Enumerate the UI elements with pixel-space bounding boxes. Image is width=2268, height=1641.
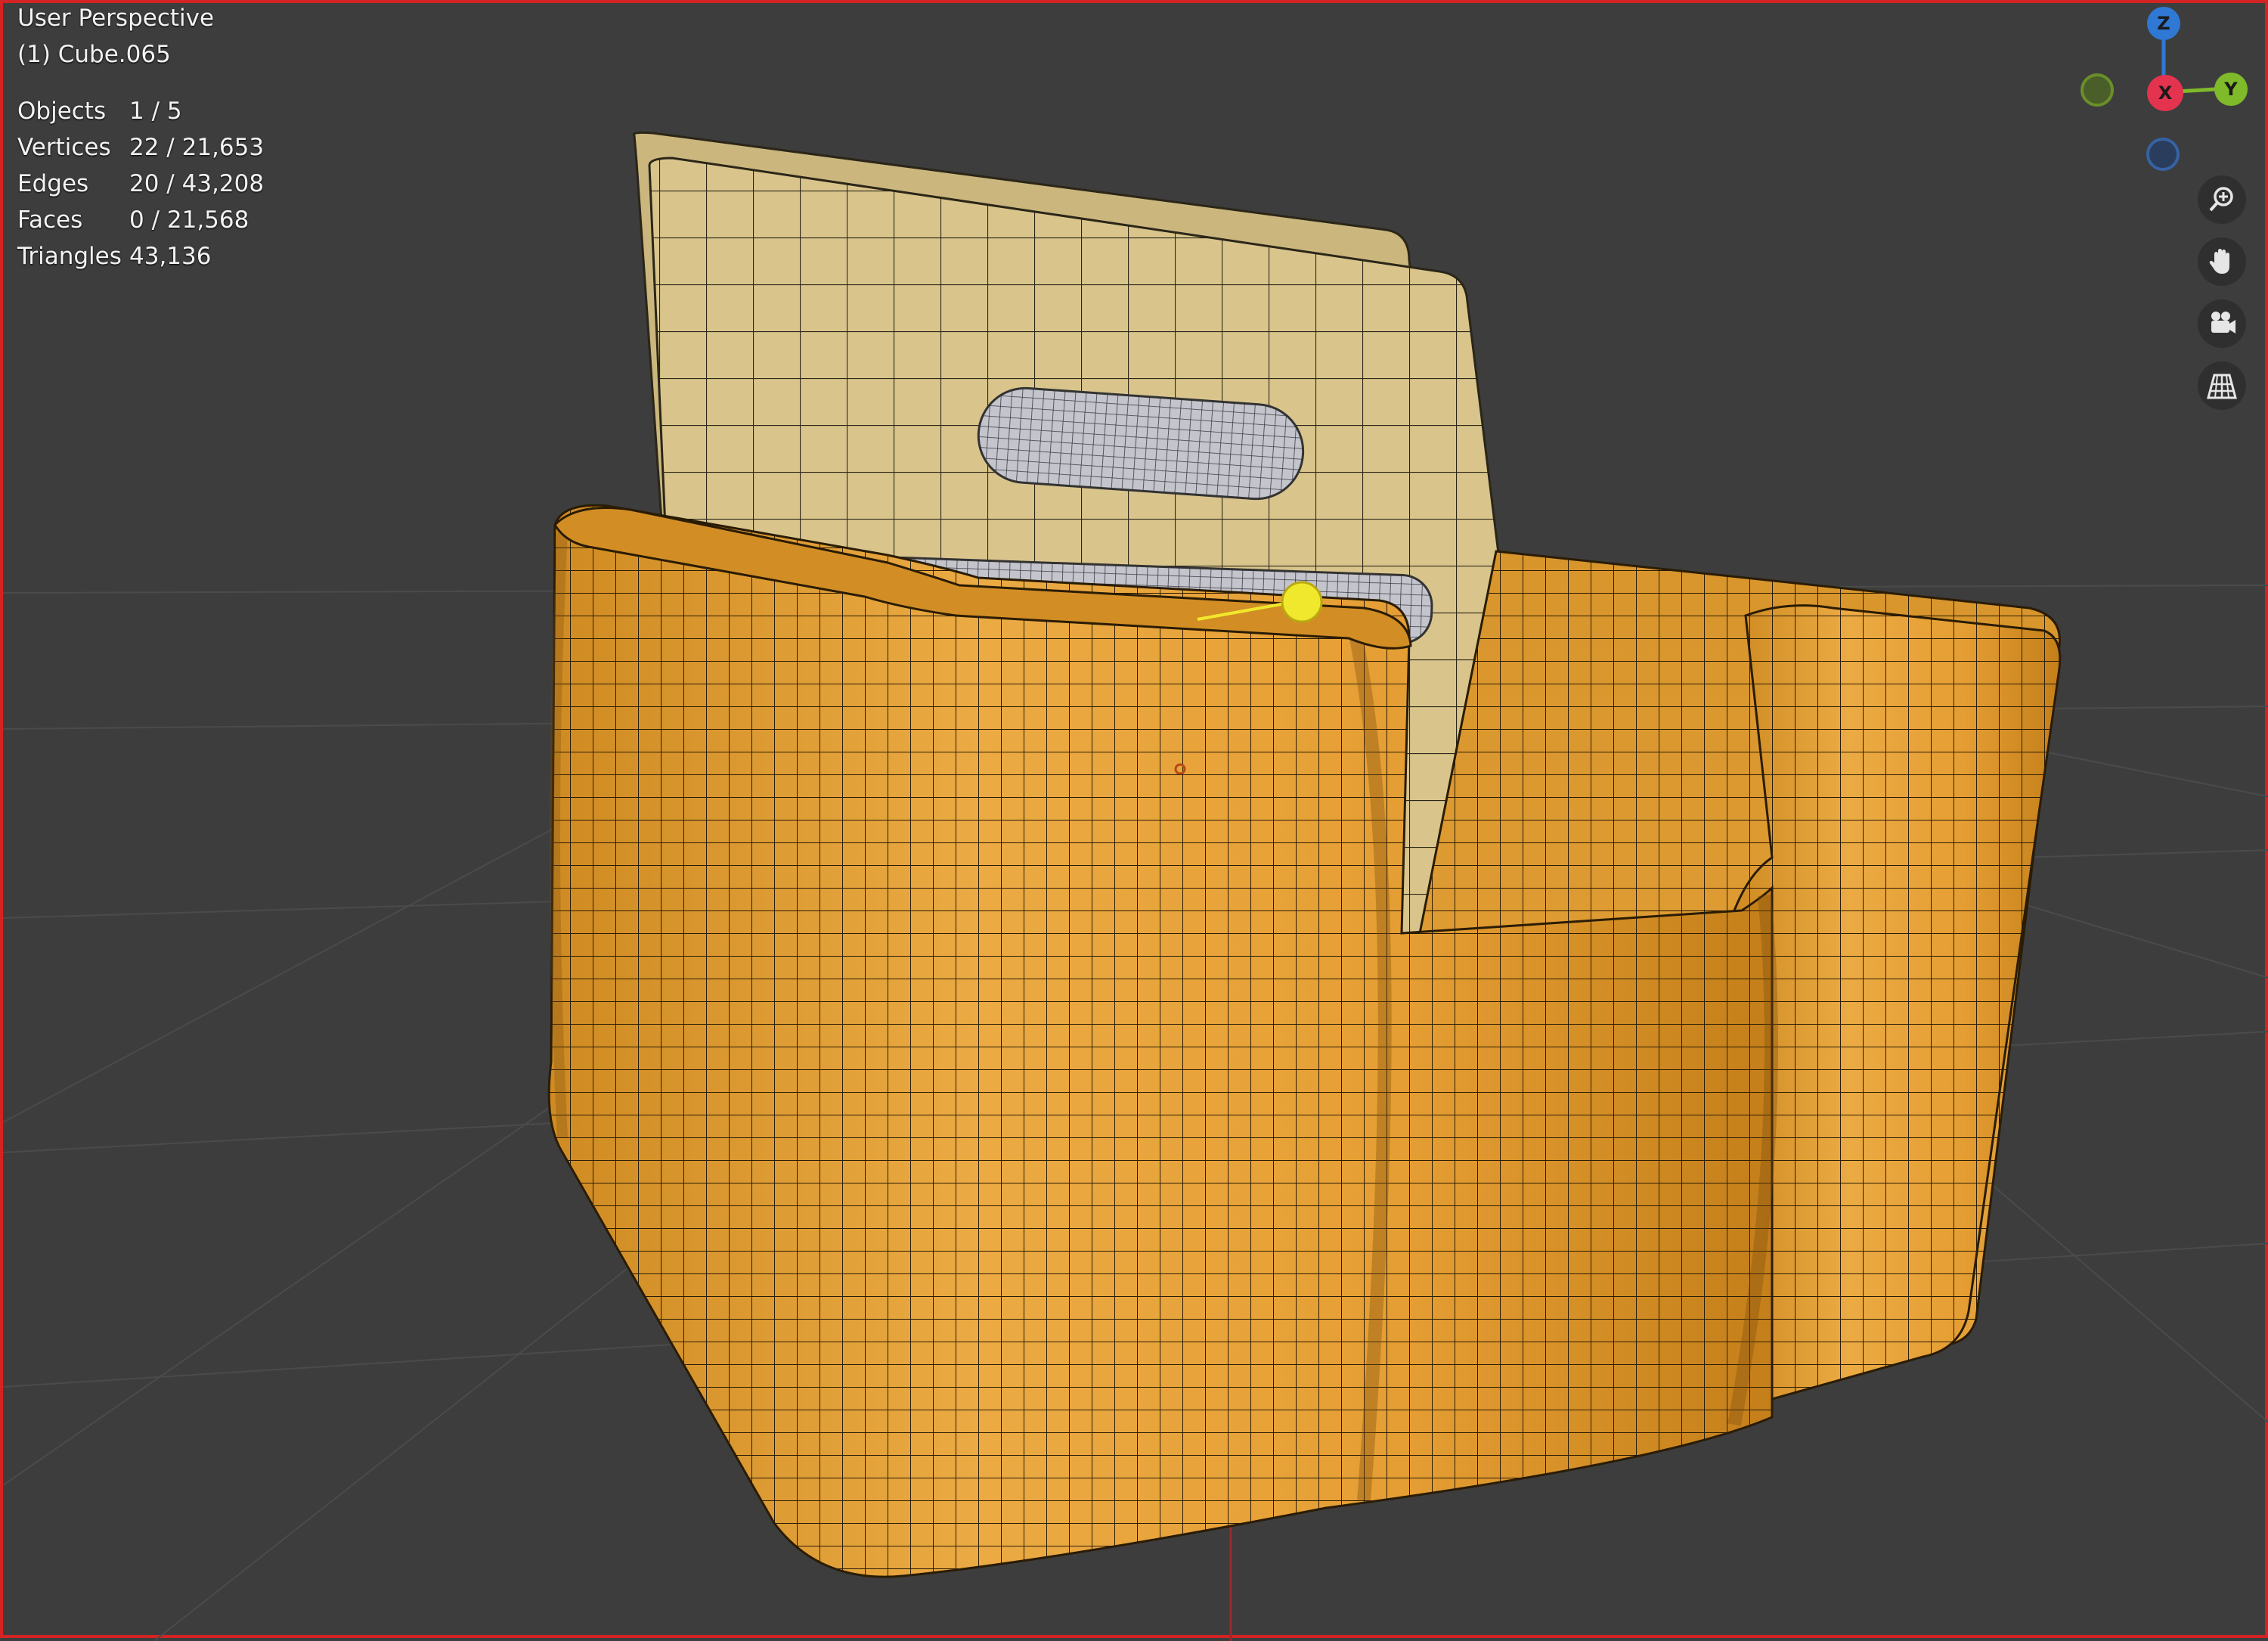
gizmo-neg-z-ball[interactable]: [2146, 138, 2180, 171]
navigation-gizmo[interactable]: Z X Y: [2071, 3, 2252, 177]
active-object-name: (1) Cube.065: [17, 41, 171, 68]
gizmo-z-ball[interactable]: Z: [2147, 7, 2180, 40]
selected-vertex: [1281, 581, 1323, 623]
stat-value: 43,136: [129, 243, 212, 270]
stat-row-edges: Edges 20 / 43,208: [17, 170, 320, 206]
stat-row-objects: Objects 1 / 5: [17, 98, 320, 134]
stat-value: 0 / 21,568: [129, 206, 249, 234]
stat-row-faces: Faces 0 / 21,568: [17, 206, 320, 243]
stat-label: Edges: [17, 170, 89, 197]
stat-value: 20 / 43,208: [129, 170, 265, 197]
stat-label: Objects: [17, 98, 107, 125]
camera-icon: [2211, 312, 2235, 333]
armchair-right-arm: [1733, 604, 2062, 1411]
stat-label: Vertices: [17, 134, 111, 161]
gizmo-x-ball[interactable]: X: [2147, 75, 2183, 111]
stat-value: 1 / 5: [129, 98, 182, 125]
hand-icon: [2209, 249, 2229, 274]
grid-perspective-icon: [2207, 374, 2237, 399]
gizmo-neg-y-ball[interactable]: [2081, 73, 2114, 107]
stat-row-vertices: Vertices 22 / 21,653: [17, 134, 320, 170]
stat-label: Faces: [17, 206, 83, 234]
perspective-toggle-button[interactable]: [2198, 361, 2246, 410]
zoom-icon: [2209, 187, 2233, 212]
stat-row-triangles: Triangles 43,136: [17, 243, 320, 279]
viewport-scene[interactable]: [3, 3, 2268, 1641]
pan-button[interactable]: [2198, 237, 2246, 286]
stat-value: 22 / 21,653: [129, 134, 265, 161]
view-title: User Perspective: [17, 5, 215, 32]
3d-viewport[interactable]: User Perspective (1) Cube.065 Objects 1 …: [0, 0, 2268, 1641]
camera-button[interactable]: [2198, 299, 2246, 348]
zoom-button[interactable]: [2198, 175, 2246, 224]
gizmo-y-ball[interactable]: Y: [2214, 73, 2248, 106]
stat-label: Triangles: [17, 243, 122, 270]
